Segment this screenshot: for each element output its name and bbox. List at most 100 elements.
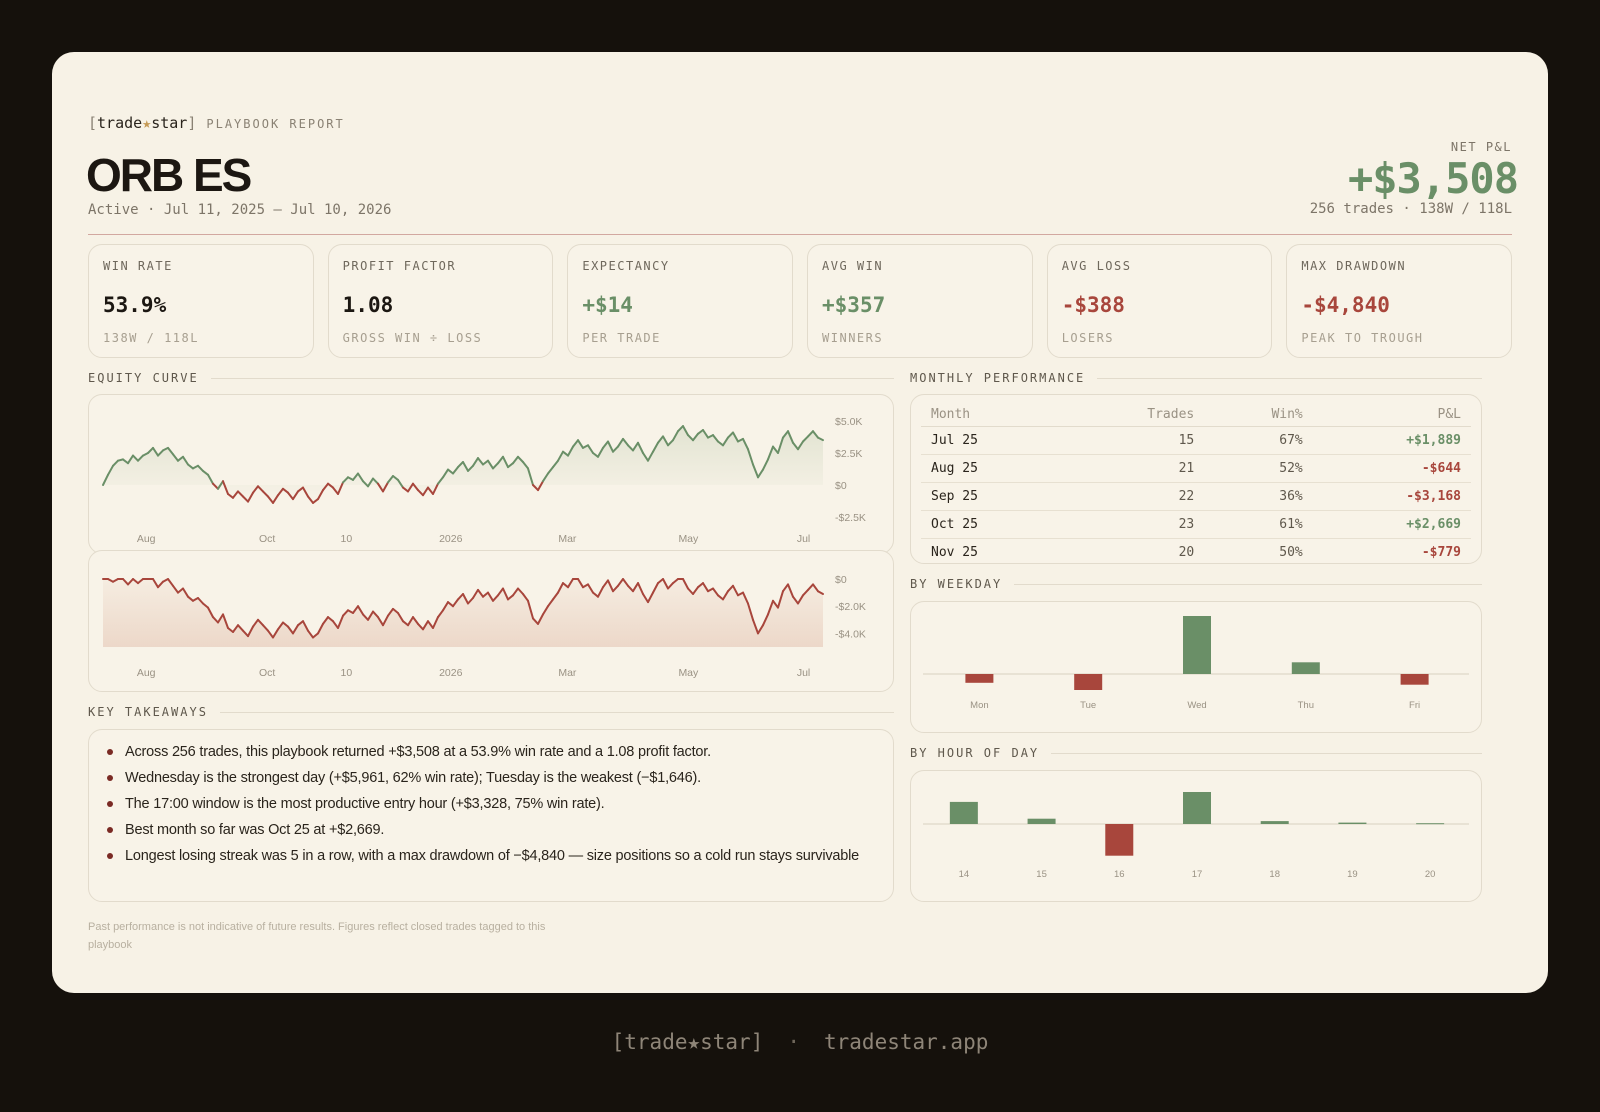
stat-label: AVG LOSS: [1061, 259, 1132, 273]
stat-card-max-drawdown: MAX DRAWDOWN -$4,840 PEAK TO TROUGH: [1286, 244, 1513, 358]
trades-cell: 23: [1062, 510, 1205, 539]
x-tick-label: 14: [959, 869, 970, 880]
hour-chart: 14 15 16 17 18 19 20: [923, 792, 1469, 880]
col-pnl: P&L: [1312, 399, 1471, 427]
star-icon: ★: [142, 114, 152, 132]
x-tick-label: 10: [341, 533, 353, 545]
month-cell: Jul 25: [921, 426, 1063, 455]
month-cell: Nov 25: [931, 545, 978, 560]
stat-label: EXPECTANCY: [582, 259, 670, 273]
trades-cell: 22: [1062, 482, 1205, 511]
x-tick-label: 19: [1347, 869, 1358, 880]
stat-label: MAX DRAWDOWN: [1301, 259, 1407, 273]
x-tick-label: May: [678, 533, 699, 545]
equity-chart: $5.0K $2.5K $0 -$2.5K Aug Oct 10 2026 Mar May Jul: [102, 416, 866, 545]
stat-value: -$388: [1061, 293, 1125, 317]
stat-sub: 138W / 118L: [103, 331, 199, 345]
trades-cell: 21: [1062, 454, 1205, 483]
stat-sub: LOSERS: [1061, 331, 1115, 345]
y-tick-label: $0: [835, 480, 847, 492]
disclaimer: Past performance is not indicative of fu…: [88, 921, 546, 951]
stat-value: +$357: [822, 293, 886, 317]
win-cell: 36%: [1204, 482, 1313, 511]
x-tick-label: Mar: [558, 667, 577, 679]
bar: [1260, 821, 1289, 824]
brand-logo: [trade★star]: [88, 114, 197, 132]
x-tick-label: Thu: [1298, 700, 1314, 711]
stat-label: WIN RATE: [103, 259, 173, 273]
monthly-section-title: MONTHLY PERFORMANCE: [910, 371, 1086, 385]
weekday-section-title: BY WEEKDAY: [910, 577, 1003, 591]
net-pnl-sub: 256 trades · 138W / 118L: [1309, 201, 1512, 217]
y-tick-label: -$2.5K: [835, 512, 866, 524]
section-rule: [210, 377, 894, 379]
takeaway-item: Wednesday is the strongest day (+$5,961,…: [107, 768, 869, 788]
bar: [1400, 674, 1429, 685]
net-pnl-label: NET P&L: [1450, 140, 1512, 154]
stat-value: +$14: [582, 293, 633, 317]
footer-link[interactable]: tradestar.app: [824, 1030, 988, 1054]
x-tick-label: Aug: [137, 667, 156, 679]
pnl-cell: +$1,889: [1312, 426, 1471, 455]
takeaways-section-head: KEY TAKEAWAYS: [88, 705, 894, 719]
section-rule: [1014, 583, 1482, 585]
footer-separator: ·: [787, 1030, 800, 1054]
trades-cell: 20: [1178, 545, 1195, 560]
hour-section-head: BY HOUR OF DAY: [910, 746, 1482, 760]
bar: [949, 801, 978, 824]
month-cell: Aug 25: [921, 454, 1063, 483]
x-tick-label: May: [678, 667, 699, 679]
weekday-section-head: BY WEEKDAY: [910, 577, 1482, 591]
stat-sub: WINNERS: [822, 331, 884, 345]
stat-sub: PER TRADE: [582, 331, 661, 345]
stat-card-expectancy: EXPECTANCY +$14 PER TRADE: [567, 244, 794, 358]
x-tick-label: 18: [1269, 869, 1280, 880]
report-label: PLAYBOOK REPORT: [206, 117, 345, 131]
win-cell: 61%: [1204, 510, 1313, 539]
month-cell: Sep 25: [921, 482, 1063, 511]
x-tick-label: 2026: [439, 667, 463, 679]
table-row: Nov 25 20 50% -$779: [921, 539, 1471, 564]
y-tick-label: $5.0K: [835, 416, 862, 428]
header-divider: [88, 234, 1512, 235]
weekday-chart: Mon Tue Wed Thu Fri: [923, 616, 1469, 711]
table-row: Jul 25 15 67% +$1,889: [921, 426, 1471, 455]
table-row: Aug 25 21 52% -$644: [921, 454, 1471, 483]
win-cell: 52%: [1204, 454, 1313, 483]
x-tick-label: Fri: [1409, 700, 1420, 711]
stat-card-win-rate: WIN RATE 53.9% 138W / 118L: [88, 244, 314, 358]
y-tick-label: -$2.0K: [835, 601, 866, 613]
y-tick-label: -$4.0K: [835, 628, 866, 640]
bar: [1291, 662, 1320, 674]
drawdown-chart: $0 -$2.0K -$4.0K Aug Oct 10 2026 Mar May Jul: [102, 574, 866, 679]
x-tick-label: 16: [1114, 869, 1125, 880]
stat-cards: WIN RATE 53.9% 138W / 118L PROFIT FACTOR…: [88, 244, 1513, 358]
pnl-cell: -$644: [1312, 454, 1471, 483]
playbook-subtitle: Active · Jul 11, 2025 – Jul 10, 2026: [88, 202, 392, 218]
takeaway-item: The 17:00 window is the most productive …: [107, 794, 869, 814]
x-tick-label: Tue: [1080, 700, 1096, 711]
x-tick-label: Oct: [259, 533, 275, 545]
footer-brand: [trade★star]: [611, 1030, 764, 1054]
equity-chart-panel: $5.0K $2.5K $0 -$2.5K Aug Oct 10 2026 Mar May Jul: [88, 394, 894, 554]
monthly-table-panel: Month Trades Win% P&L Jul 25 15 67% +$1,…: [910, 394, 1482, 564]
table-row: Sep 25 22 36% -$3,168: [921, 482, 1471, 511]
trades-cell: 15: [1062, 426, 1205, 455]
x-tick-label: Mon: [970, 700, 988, 711]
bar: [1338, 822, 1367, 824]
pnl-cell: -$3,168: [1312, 482, 1471, 511]
table-row: Oct 25 23 61% +$2,669: [921, 510, 1471, 539]
win-cell: 67%: [1204, 426, 1313, 455]
stat-value: -$4,840: [1301, 293, 1390, 317]
stat-label: PROFIT FACTOR: [342, 259, 457, 273]
stat-sub: GROSS WIN ÷ LOSS: [342, 331, 483, 345]
footer: [trade★star] · tradestar.app: [0, 1030, 1600, 1054]
stat-card-profit-factor: PROFIT FACTOR 1.08 GROSS WIN ÷ LOSS: [327, 244, 554, 358]
win-cell: 50%: [1279, 545, 1303, 560]
report-card: [trade★star] PLAYBOOK REPORT ORB ES Acti…: [52, 52, 1548, 993]
equity-section-head: EQUITY CURVE: [88, 371, 894, 385]
x-tick-label: 20: [1425, 869, 1436, 880]
takeaways-list: Across 256 trades, this playbook returne…: [89, 730, 893, 882]
stat-label: AVG WIN: [822, 259, 884, 273]
bar: [1074, 674, 1103, 690]
